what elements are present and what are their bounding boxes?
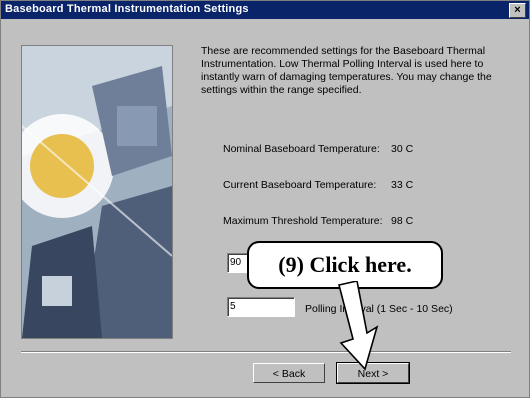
description-text: These are recommended settings for the B… — [201, 45, 492, 96]
max-threshold-value: 98 C — [391, 215, 414, 227]
pointer-arrow-icon — [338, 281, 379, 371]
polling-interval-input[interactable]: 5 — [227, 297, 295, 317]
close-icon: × — [514, 4, 521, 16]
current-temp-label: Current Baseboard Temperature: — [223, 179, 377, 191]
dialog-title: Baseboard Thermal Instrumentation Settin… — [5, 3, 249, 15]
nominal-temp-label: Nominal Baseboard Temperature: — [223, 143, 380, 155]
wizard-illustration — [21, 45, 173, 339]
current-temp-value: 33 C — [391, 179, 414, 191]
max-threshold-label: Maximum Threshold Temperature: — [223, 215, 383, 227]
back-button[interactable]: < Back — [253, 363, 325, 383]
close-button[interactable]: × — [509, 3, 526, 18]
settings-dialog: Baseboard Thermal Instrumentation Settin… — [0, 0, 530, 398]
separator — [21, 351, 511, 353]
nominal-temp-value: 30 C — [391, 143, 414, 155]
title-bar: Baseboard Thermal Instrumentation Settin… — [1, 1, 529, 19]
